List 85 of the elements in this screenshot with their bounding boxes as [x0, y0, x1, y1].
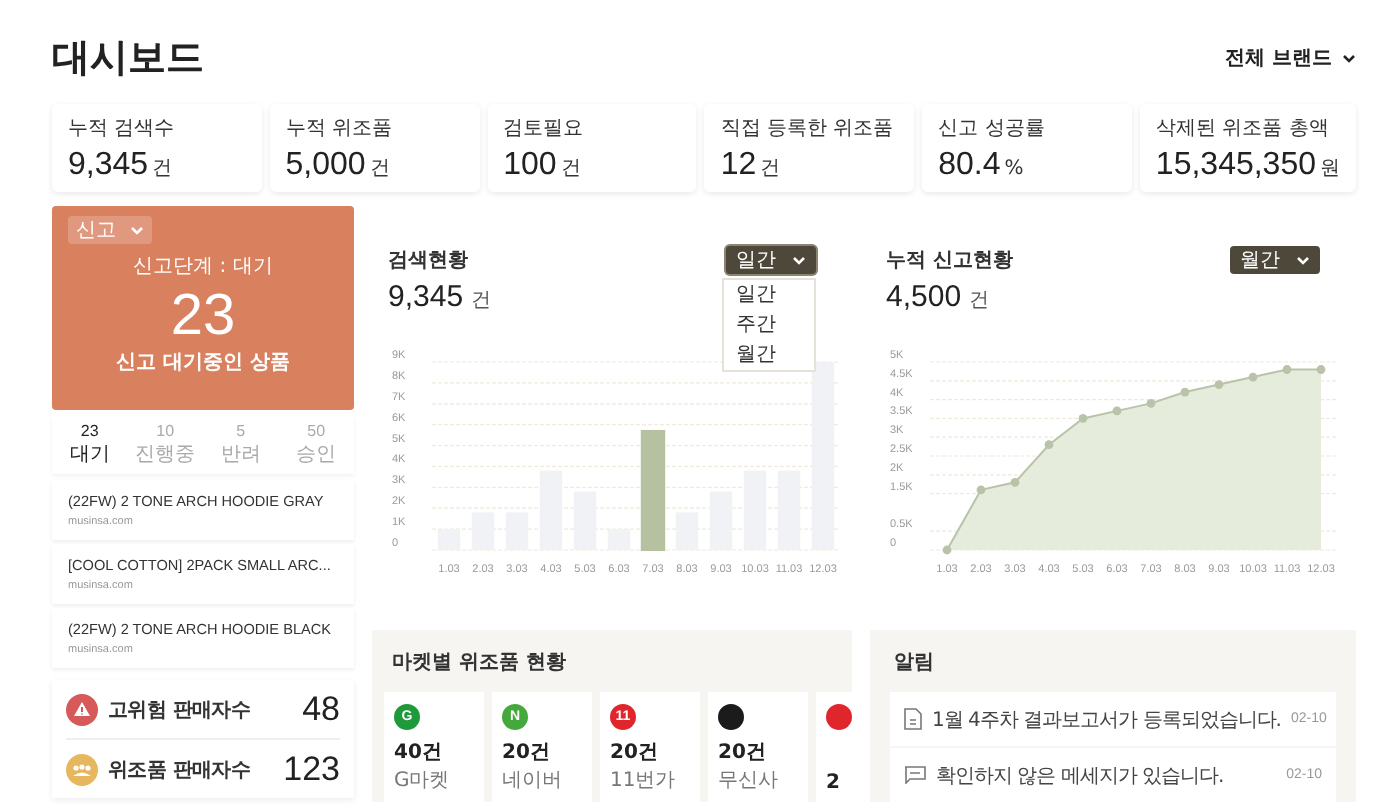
data-point [1146, 398, 1156, 408]
warning-icon [66, 693, 98, 725]
chart-bar [640, 429, 666, 551]
data-point [1078, 414, 1088, 423]
report-caption: 신고 대기중인 상품 [116, 350, 290, 376]
stat-unit: 건 [560, 156, 581, 182]
data-point [976, 485, 986, 495]
stat-unit: % [1004, 158, 1024, 180]
stat-value: 100 [503, 148, 557, 184]
market-name: 11번가 [610, 768, 678, 794]
chart-unit: 건 [969, 288, 990, 314]
data-point [1316, 365, 1326, 374]
market-count: 20건 [718, 740, 768, 766]
chart-bar [437, 529, 461, 550]
stat-value: 15,345,350 [1155, 148, 1316, 184]
stat-value: 5,000 [285, 148, 366, 184]
market-card[interactable]: 2 [816, 692, 852, 802]
market-card[interactable]: 20건 무신사 [708, 692, 808, 802]
chart-bar [675, 512, 699, 550]
chart-bar [743, 470, 767, 550]
market-count: 40건 [394, 740, 444, 766]
seller-label: 위조품 판매자수 [108, 757, 253, 783]
group-icon [66, 753, 98, 785]
chart-bar [573, 491, 597, 550]
market-count: 20건 [502, 740, 552, 766]
status-tab[interactable]: 23 대기 [52, 422, 128, 468]
panel-title: 마켓별 위조품 현황 [392, 650, 568, 676]
seller-label: 고위험 판매자수 [108, 697, 253, 723]
report-stage: 신고단계 : 대기 [133, 254, 273, 280]
data-point [1010, 477, 1020, 487]
stat-unit: 건 [152, 156, 173, 182]
report-count: 23 [170, 284, 236, 348]
data-point [942, 545, 952, 555]
period-option[interactable]: 일간 [724, 280, 814, 310]
chart-total: 9,345 [388, 280, 464, 314]
caret-icon [130, 225, 144, 235]
data-point [1180, 387, 1190, 397]
period-option[interactable]: 월간 [724, 340, 814, 370]
message-icon [904, 766, 926, 784]
stat-unit: 원 [1320, 156, 1340, 182]
stat-label: 누적 위조품 [285, 116, 394, 142]
alert-text: 1월 4주차 결과보고서가 등록되었습니다. [932, 707, 1281, 733]
stat-label: 직접 등록한 위조품 [720, 116, 896, 142]
seller-count: 48 [302, 689, 340, 729]
caret-icon [792, 255, 806, 265]
data-point [1112, 406, 1122, 416]
seller-count: 123 [283, 749, 340, 789]
chart-title: 누적 신고현황 [886, 248, 1013, 274]
market-name: 네이버 [502, 768, 564, 794]
data-point [1214, 380, 1224, 389]
stat-unit: 건 [369, 156, 390, 182]
market-name: 무신사 [718, 768, 780, 794]
market-count: 2 [826, 772, 842, 794]
stat-label: 누적 검색수 [68, 116, 177, 142]
chart-unit: 건 [471, 288, 492, 314]
data-point [1282, 365, 1292, 374]
stat-value: 9,345 [68, 148, 149, 184]
stat-value: 80.4 [938, 148, 1001, 184]
chart-bar [471, 512, 495, 550]
chart-bar [505, 512, 529, 550]
chart-bar [607, 529, 631, 550]
caret-icon [1342, 53, 1356, 63]
chart-bar [539, 470, 563, 550]
page-title: 대시보드 [52, 34, 204, 84]
market-name: G마켓 [394, 768, 452, 794]
stat-label: 신고 성공률 [938, 116, 1047, 142]
chart-bar [709, 491, 733, 550]
period-option[interactable]: 주간 [724, 310, 814, 340]
chart-bar [777, 470, 801, 550]
period-dropdown[interactable]: 일간 [726, 246, 816, 274]
period-dropdown[interactable]: 월간 [1230, 246, 1320, 274]
stat-label: 삭제된 위조품 총액 [1155, 116, 1331, 142]
stat-label: 검토필요 [503, 116, 586, 142]
data-point [1044, 440, 1054, 450]
alert-text: 확인하지 않은 메세지가 있습니다. [936, 763, 1226, 789]
chart-total: 4,500 [886, 280, 962, 314]
stat-value: 12 [720, 148, 757, 184]
data-point [1248, 372, 1258, 382]
market-count: 20건 [610, 740, 660, 766]
chart-title: 검색현황 [388, 248, 470, 274]
brand-filter[interactable]: 전체 브랜드 [1225, 44, 1356, 72]
document-icon [904, 708, 922, 730]
caret-icon [1296, 255, 1310, 265]
stat-unit: 건 [760, 156, 781, 182]
panel-title: 알림 [894, 650, 936, 676]
